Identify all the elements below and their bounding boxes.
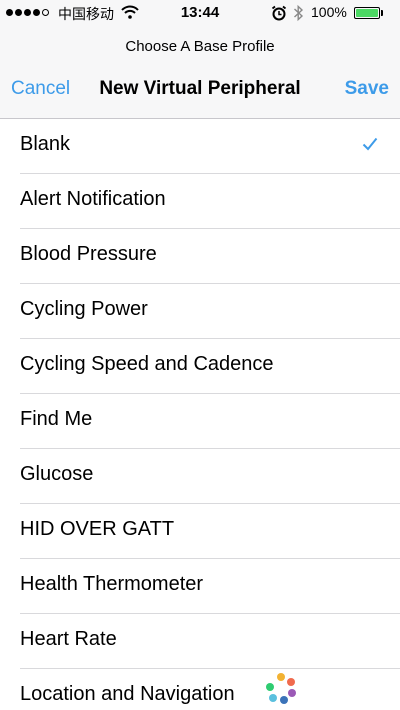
list-item-label: Health Thermometer [20, 573, 204, 595]
list-item-label: Location and Navigation [20, 683, 235, 705]
prompt-text: Choose A Base Profile [125, 38, 275, 55]
profile-list: Blank Alert Notification Blood Pressure Cyc… [0, 119, 400, 710]
header: 中国移动 13:44 100% Choose A Base Profile Ca… [0, 0, 400, 119]
list-item[interactable]: HID OVER GATT [0, 504, 400, 559]
status-bar: 中国移动 13:44 100% [0, 0, 400, 28]
list-item[interactable]: Find Me [0, 394, 400, 449]
battery-cap [381, 10, 383, 16]
list-item-label: Blank [20, 133, 71, 155]
list-item[interactable]: Health Thermometer [0, 559, 400, 614]
screen: 中国移动 13:44 100% Choose A Base Profile Ca… [0, 0, 400, 710]
checkmark-icon [362, 137, 378, 151]
alarm-icon [271, 5, 287, 24]
list-item[interactable]: Glucose [0, 449, 400, 504]
list-item[interactable]: Blood Pressure [0, 229, 400, 284]
list-item[interactable]: Blank [0, 119, 400, 174]
battery-percent: 100% [311, 4, 347, 20]
bluetooth-icon [293, 4, 304, 25]
app-logo-icon [266, 673, 296, 704]
battery-icon [354, 7, 380, 19]
list-item-label: Alert Notification [20, 188, 166, 210]
list-item[interactable]: Cycling Speed and Cadence [0, 339, 400, 394]
list-item[interactable]: Heart Rate [0, 614, 400, 669]
save-button[interactable]: Save [345, 78, 389, 100]
list-item-label: Find Me [20, 408, 93, 430]
list-item-label: Blood Pressure [20, 243, 157, 265]
list-item-label: Glucose [20, 463, 94, 485]
list-item[interactable]: Alert Notification [0, 174, 400, 229]
list-item[interactable]: Cycling Power [0, 284, 400, 339]
list-item-label: Cycling Speed and Cadence [20, 353, 274, 375]
list-item-label: Cycling Power [20, 298, 148, 320]
list-item-label: Heart Rate [20, 628, 117, 650]
list-item[interactable]: Location and Navigation [0, 669, 400, 710]
list-item-label: HID OVER GATT [20, 518, 175, 540]
page-title: New Virtual Peripheral [99, 78, 301, 99]
battery-level [356, 9, 378, 17]
navigation-bar: Cancel New Virtual Peripheral Save [0, 70, 400, 110]
